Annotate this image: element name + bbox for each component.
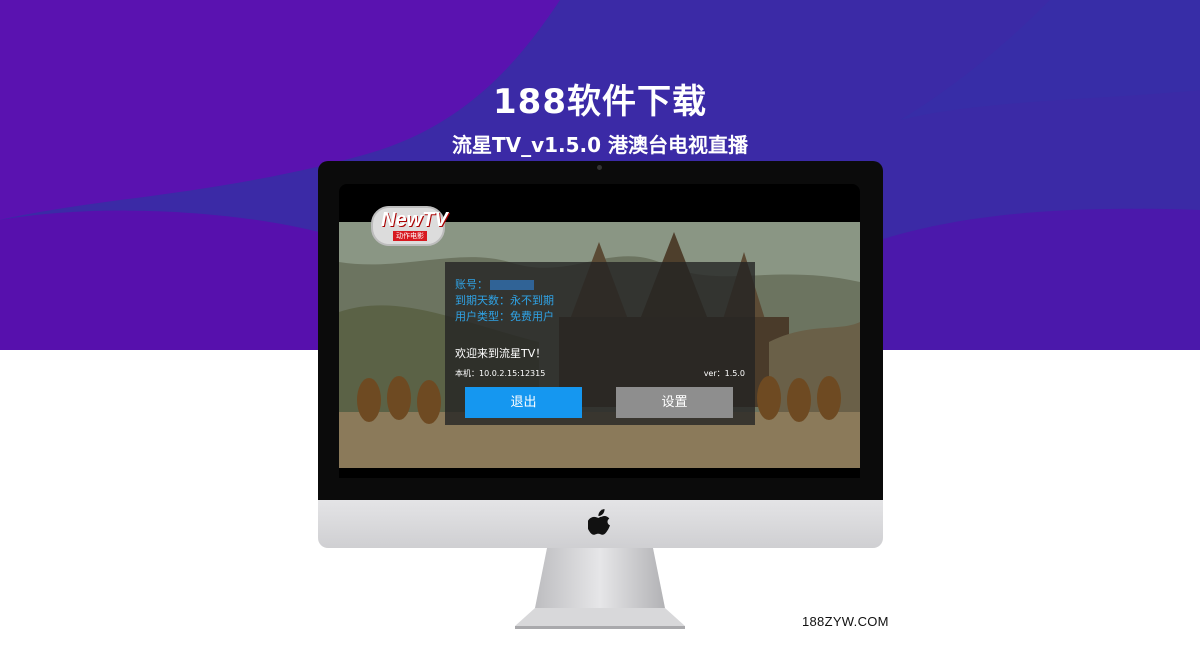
welcome-message: 欢迎来到流星TV！: [455, 347, 547, 360]
local-address: 本机：10.0.2.15:12315: [455, 369, 546, 378]
newtv-logo: NewTV 动作电影: [371, 206, 448, 246]
page-subtitle: 流星TV_v1.5.0 港澳台电视直播: [451, 133, 749, 157]
logo-subtitle: 动作电影: [393, 231, 427, 241]
account-value-masked: [490, 280, 534, 290]
exit-button[interactable]: 退出: [465, 387, 582, 418]
apple-logo-icon: [587, 509, 612, 537]
page-title: 188软件下载: [493, 82, 707, 122]
site-watermark: 188ZYW.COM: [802, 614, 889, 629]
settings-button[interactable]: 设置: [616, 387, 733, 418]
user-type-row: 用户类型：免费用户: [455, 310, 554, 323]
account-label: 账号：: [455, 278, 488, 291]
account-row: 账号：: [455, 276, 534, 292]
version-label: ver：1.5.0: [703, 369, 745, 378]
expiry-row: 到期天数：永不到期: [455, 294, 554, 307]
account-dialog: 账号： 到期天数：永不到期 用户类型：免费用户 欢迎来到流星TV！ 本机：10.…: [445, 262, 755, 425]
camera-dot: [597, 165, 602, 170]
logo-text: NewTV: [381, 209, 448, 231]
app-screen: NewTV 动作电影 账号： 到期天数：永不到期 用户类型：免费用户 欢迎来到流…: [339, 184, 860, 478]
monitor-stand: [515, 548, 685, 630]
